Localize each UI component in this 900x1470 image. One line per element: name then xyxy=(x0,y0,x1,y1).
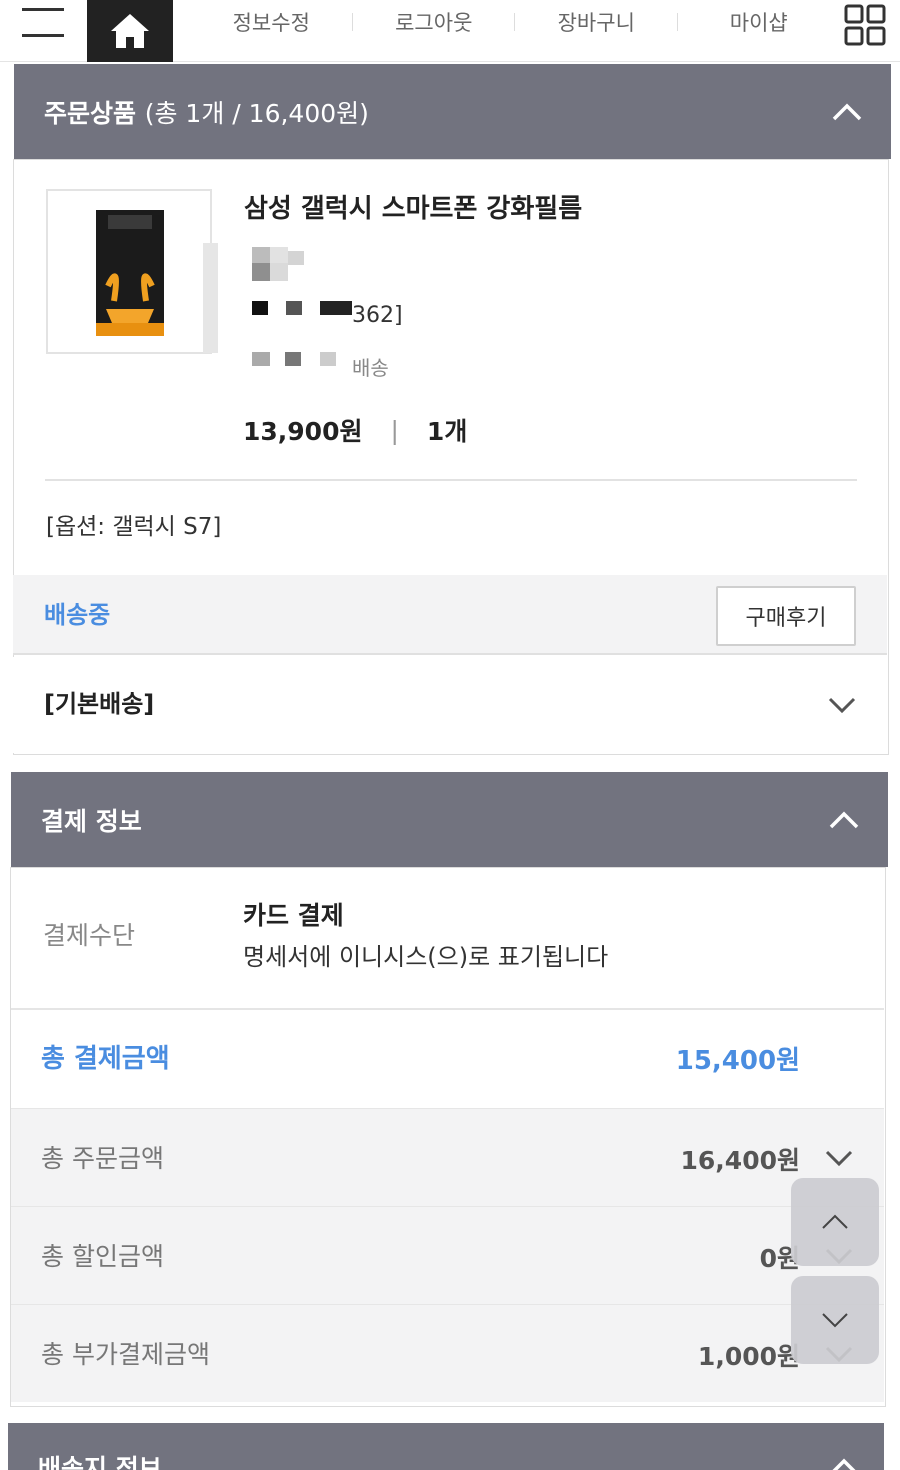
chevron-up-icon xyxy=(832,1458,856,1470)
shipping-type-label: [기본배송] xyxy=(44,690,155,718)
product-code-partial: 362] xyxy=(352,303,403,328)
nav-cart[interactable]: 장바구니 xyxy=(515,7,678,37)
product-price: 13,900원 xyxy=(243,417,363,446)
product-shipping-partial: 배송 xyxy=(352,356,389,380)
product-quantity: 1개 xyxy=(426,417,468,446)
shipping-section-header[interactable]: 배송지 정보 xyxy=(8,1423,884,1470)
shipping-section-title: 배송지 정보 xyxy=(38,1454,162,1470)
pixelated-redaction xyxy=(252,247,352,366)
review-button[interactable]: 구매후기 xyxy=(716,586,856,646)
price-quantity: 13,900원 | 1개 xyxy=(243,412,467,448)
payment-method-title: 카드 결제 xyxy=(243,901,344,930)
nav-myshop[interactable]: 마이샵 xyxy=(678,7,841,37)
sum-row-discount[interactable]: 총 할인금액 0원 xyxy=(11,1206,884,1304)
chevron-down-icon xyxy=(822,1313,848,1328)
extra-payment-label: 총 부가결제금액 xyxy=(41,1340,210,1369)
chevron-down-icon xyxy=(828,697,856,714)
nav-links: 정보수정 로그아웃 장바구니 마이샵 xyxy=(190,0,840,44)
price-separator: | xyxy=(390,415,399,445)
chevron-up-icon xyxy=(822,1214,848,1229)
home-icon xyxy=(111,14,149,48)
total-payment-row: 총 결제금액 15,400원 xyxy=(11,1008,884,1108)
total-payment-value: 15,400원 xyxy=(675,1046,800,1076)
menu-icon[interactable] xyxy=(22,8,64,37)
delivery-status-bar: 배송중 구매후기 xyxy=(13,575,887,655)
order-amount-label: 총 주문금액 xyxy=(41,1144,164,1173)
grid-icon[interactable] xyxy=(844,4,886,46)
nav-logout[interactable]: 로그아웃 xyxy=(353,7,516,37)
delivery-status[interactable]: 배송중 xyxy=(44,595,110,630)
sum-row-extra[interactable]: 총 부가결제금액 1,000원 xyxy=(11,1304,884,1402)
shipping-type-row[interactable]: [기본배송] xyxy=(13,657,887,753)
nav-edit-info[interactable]: 정보수정 xyxy=(190,7,353,37)
chevron-up-icon xyxy=(832,103,862,120)
product-name[interactable]: 삼성 갤럭시 스마트폰 강화필름 xyxy=(244,188,582,225)
order-section-summary: (총 1개 / 16,400원) xyxy=(144,98,369,128)
payment-section-header[interactable]: 결제 정보 xyxy=(11,772,888,867)
thumbnail-shadow xyxy=(203,243,218,353)
total-payment-label: 총 결제금액 xyxy=(41,1044,170,1074)
home-button[interactable] xyxy=(87,0,173,62)
order-amount-value: 16,400원 xyxy=(680,1146,800,1175)
chevron-up-icon xyxy=(829,811,859,828)
payment-method-desc: 명세서에 이니시스(으)로 표기됩니다 xyxy=(243,943,609,971)
chevron-down-icon xyxy=(825,1150,853,1167)
order-section-title: 주문상품 xyxy=(44,98,137,128)
scroll-bottom-button[interactable] xyxy=(791,1276,879,1364)
scroll-top-button[interactable] xyxy=(791,1178,879,1266)
product-image xyxy=(96,210,164,336)
order-section-header[interactable]: 주문상품 (총 1개 / 16,400원) xyxy=(14,64,891,159)
payment-method-label: 결제수단 xyxy=(43,921,136,950)
product-option: [옵션: 갤럭시 S7] xyxy=(46,514,222,540)
top-nav: 정보수정 로그아웃 장바구니 마이샵 xyxy=(0,0,900,62)
extra-payment-value: 1,000원 xyxy=(697,1342,800,1371)
payment-section-title: 결제 정보 xyxy=(41,806,142,836)
discount-amount-label: 총 할인금액 xyxy=(41,1242,164,1271)
product-thumbnail[interactable] xyxy=(46,189,212,354)
product-divider xyxy=(45,479,857,481)
sum-row-order[interactable]: 총 주문금액 16,400원 xyxy=(11,1108,884,1206)
